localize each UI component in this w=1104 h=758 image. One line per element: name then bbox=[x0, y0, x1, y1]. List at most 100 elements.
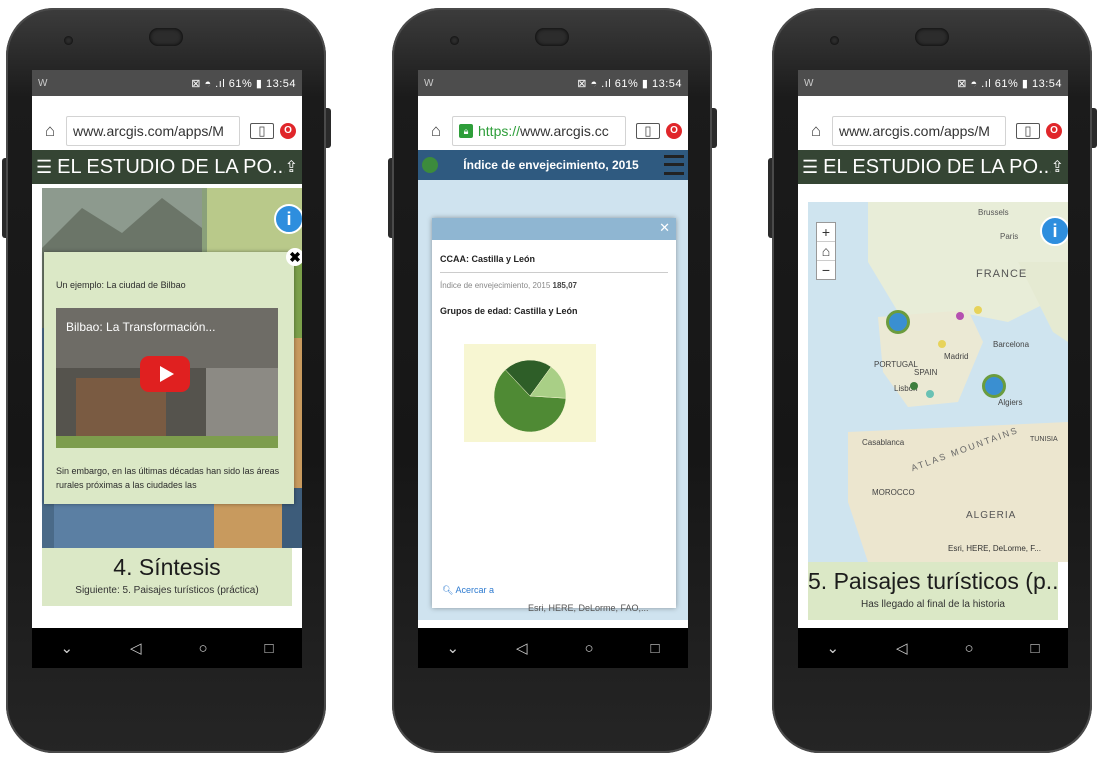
tabs-icon[interactable]: ▯ bbox=[636, 123, 660, 139]
home-circle-icon[interactable]: ○ bbox=[198, 640, 207, 657]
pie-chart-svg bbox=[493, 359, 567, 433]
android-nav-bar: ⌄ ◁ ○ □ bbox=[418, 628, 688, 668]
chevron-down-icon[interactable]: ⌄ bbox=[60, 639, 73, 657]
story-title: EL ESTUDIO DE LA PO... bbox=[823, 155, 1051, 178]
popup-intro: Un ejemplo: La ciudad de Bilbao bbox=[56, 280, 186, 290]
screen: W ⊠ ◓ .ıl 61% ▮ 13:54 ⌂ www.arcgis.com/a… bbox=[798, 70, 1068, 668]
tabs-icon[interactable]: ▯ bbox=[1016, 123, 1040, 139]
url-field[interactable]: 🔒︎ https://www.arcgis.cc bbox=[452, 116, 626, 146]
browser-url-bar: ⌂ www.arcgis.com/apps/M ▯ O bbox=[798, 112, 1068, 150]
url-scheme: https:// bbox=[478, 123, 521, 139]
play-icon[interactable] bbox=[140, 356, 190, 392]
close-icon[interactable]: ✕ bbox=[659, 220, 670, 236]
label-spain: SPAIN bbox=[914, 368, 938, 377]
status-bar: W ⊠ ◓ .ıl 61% ▮ 13:54 bbox=[798, 70, 1068, 96]
map-attribution: Esri, HERE, DeLorme, FAO,... bbox=[528, 603, 649, 613]
label-portugal: PORTUGAL bbox=[874, 360, 918, 369]
back-icon[interactable]: ◁ bbox=[896, 639, 908, 657]
chevron-down-icon[interactable]: ⌄ bbox=[446, 639, 459, 657]
recents-icon[interactable]: □ bbox=[650, 640, 659, 657]
url-field[interactable]: www.arcgis.com/apps/M bbox=[832, 116, 1006, 146]
front-camera bbox=[64, 36, 73, 45]
close-icon[interactable]: ✖ bbox=[286, 248, 302, 266]
android-nav-bar: ⌄ ◁ ○ □ bbox=[798, 628, 1068, 668]
search-icon: 🔍︎ bbox=[442, 585, 454, 595]
chevron-down-icon[interactable]: ⌄ bbox=[826, 639, 839, 657]
lock-icon: 🔒︎ bbox=[459, 124, 473, 138]
home-icon[interactable]: ⌂ bbox=[817, 242, 835, 261]
volume-rocker bbox=[388, 158, 392, 238]
opera-icon[interactable]: O bbox=[1046, 123, 1062, 139]
end-of-story-text: Has llegado al final de la historia bbox=[861, 599, 1005, 610]
map-marker[interactable] bbox=[886, 310, 910, 334]
label-france: FRANCE bbox=[976, 268, 1028, 280]
browser-url-bar: ⌂ www.arcgis.com/apps/M ▯ O bbox=[32, 112, 302, 150]
power-button bbox=[1092, 108, 1097, 148]
home-circle-icon[interactable]: ○ bbox=[584, 640, 593, 657]
popup-body: Sin embargo, en las últimas décadas han … bbox=[56, 466, 280, 490]
next-section-link[interactable]: Siguiente: 5. Paisajes turísticos (práct… bbox=[42, 585, 292, 596]
menu-icon[interactable]: ☰ bbox=[802, 157, 818, 178]
zoom-out-button[interactable]: − bbox=[817, 261, 835, 279]
info-window-titlebar: ✕ bbox=[432, 218, 676, 240]
map-marker[interactable] bbox=[910, 382, 918, 390]
opera-icon[interactable]: O bbox=[280, 123, 296, 139]
story-popup: Un ejemplo: La ciudad de Bilbao Bilbao: … bbox=[44, 252, 294, 504]
map-header: Índice de envejecimiento, 2015 bbox=[418, 150, 688, 180]
front-camera bbox=[450, 36, 459, 45]
label-brussels: Brussels bbox=[978, 208, 1009, 217]
back-icon[interactable]: ◁ bbox=[516, 639, 528, 657]
status-bar: W ⊠ ◓ .ıl 61% ▮ 13:54 bbox=[418, 70, 688, 96]
map-marker[interactable] bbox=[974, 306, 982, 314]
info-icon[interactable]: i bbox=[1040, 216, 1068, 246]
opera-icon[interactable]: O bbox=[666, 123, 682, 139]
section-caption: 4. Síntesis Siguiente: 5. Paisajes turís… bbox=[42, 548, 292, 606]
home-icon[interactable]: ⌂ bbox=[424, 121, 448, 141]
map-marker[interactable] bbox=[956, 312, 964, 320]
label-madrid: Madrid bbox=[944, 352, 969, 361]
url-host: www.arcgis.cc bbox=[520, 123, 609, 139]
globe-icon bbox=[422, 157, 438, 173]
recents-icon[interactable]: □ bbox=[1030, 640, 1039, 657]
status-icons: ⊠ ◓ .ıl 61% ▮ 13:54 bbox=[957, 77, 1062, 90]
phone-3: W ⊠ ◓ .ıl 61% ▮ 13:54 ⌂ www.arcgis.com/a… bbox=[768, 8, 1097, 753]
tabs-icon[interactable]: ▯ bbox=[250, 123, 274, 139]
zoom-in-button[interactable]: + bbox=[817, 223, 835, 242]
home-icon[interactable]: ⌂ bbox=[38, 121, 62, 141]
index-label: Índice de envejecimiento, 2015 bbox=[440, 281, 551, 290]
status-bar: W ⊠ ◓ .ıl 61% ▮ 13:54 bbox=[32, 70, 302, 96]
map-marker[interactable] bbox=[938, 340, 946, 348]
status-icons: ⊠ ◓ .ıl 61% ▮ 13:54 bbox=[577, 77, 682, 90]
label-tunisia: TUNISIA bbox=[1030, 436, 1058, 443]
zoom-control: + ⌂ − bbox=[816, 222, 836, 280]
map-basemap bbox=[808, 202, 1068, 562]
groups-title: Grupos de edad: Castilla y León bbox=[440, 306, 578, 316]
home-icon[interactable]: ⌂ bbox=[804, 121, 828, 141]
map-marker[interactable] bbox=[982, 374, 1006, 398]
map-title: Índice de envejecimiento, 2015 bbox=[463, 158, 639, 172]
recents-icon[interactable]: □ bbox=[264, 640, 273, 657]
section-title: 5. Paisajes turísticos (p... bbox=[808, 568, 1058, 594]
power-button bbox=[326, 108, 331, 148]
video-title: Bilbao: La Transformación... bbox=[66, 320, 216, 334]
notification-icon: W bbox=[424, 77, 434, 89]
zoom-to-link[interactable]: 🔍︎ Acercar a bbox=[442, 585, 494, 596]
info-icon[interactable]: i bbox=[274, 204, 302, 234]
menu-icon[interactable]: ☰ bbox=[36, 157, 52, 178]
hamburger-icon[interactable] bbox=[664, 155, 684, 175]
map-attribution: Esri, HERE, DeLorme, F... bbox=[948, 544, 1041, 553]
screen: W ⊠ ◓ .ıl 61% ▮ 13:54 ⌂ 🔒︎ https://www.ar… bbox=[418, 70, 688, 668]
back-icon[interactable]: ◁ bbox=[130, 639, 142, 657]
label-barcelona: Barcelona bbox=[993, 340, 1030, 349]
home-circle-icon[interactable]: ○ bbox=[964, 640, 973, 657]
share-icon[interactable]: ⇪ bbox=[285, 157, 298, 177]
url-field[interactable]: www.arcgis.com/apps/M bbox=[66, 116, 240, 146]
label-morocco: MOROCCO bbox=[872, 488, 915, 497]
share-icon[interactable]: ⇪ bbox=[1051, 157, 1064, 177]
map[interactable]: Brussels Paris FRANCE Madrid Barcelona P… bbox=[808, 202, 1068, 562]
zoom-to-label: Acercar a bbox=[455, 585, 494, 595]
android-nav-bar: ⌄ ◁ ○ □ bbox=[32, 628, 302, 668]
video-player[interactable]: Bilbao: La Transformación... bbox=[56, 308, 278, 448]
info-window: ✕ CCAA: Castilla y León Índice de enveje… bbox=[432, 218, 676, 608]
map-marker[interactable] bbox=[926, 390, 934, 398]
